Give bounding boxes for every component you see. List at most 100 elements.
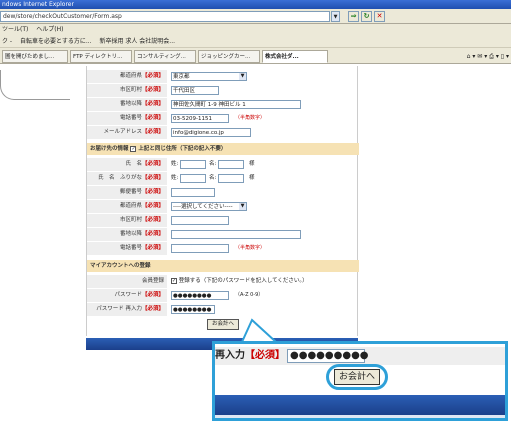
sei-label: 姓: xyxy=(171,175,179,181)
sama-label: 様 xyxy=(249,161,255,167)
zoom-checkout-button[interactable]: お会計へ xyxy=(334,369,380,385)
tab[interactable]: FTP ディレクトリ... xyxy=(70,50,132,63)
delivery-address-input[interactable] xyxy=(171,230,301,239)
required-mark: 【必須】 xyxy=(141,306,164,312)
zoom-password-input[interactable]: ●●●●●●●●● xyxy=(287,349,369,363)
required-mark: 【必須】 xyxy=(141,73,164,79)
toolbar-icons[interactable]: ⌂ ▾ ✉ ▾ ⎙ ▾ ▯ ▾ xyxy=(467,51,509,62)
sei-label: 姓: xyxy=(171,161,179,167)
required-mark: 【必須】 xyxy=(141,161,164,167)
form-row-email: メールアドレス【必須】 info@digione.co.jp xyxy=(87,126,359,139)
delivery-prefecture-select[interactable]: ----選択してください---- ▼ xyxy=(171,202,247,211)
required-mark: 【必須】 xyxy=(141,217,164,223)
mei-kana-input[interactable] xyxy=(218,174,244,183)
form-row-postal: 郵便番号【必須】 xyxy=(87,186,359,199)
form-row-delivery-address: 番地以降【必須】 xyxy=(87,228,359,241)
row-label: パスワード 再入力 xyxy=(96,306,142,312)
account-section-head: マイアカウントへの登録 xyxy=(87,260,359,272)
form-row-delivery-phone: 電話番号【必須】 （半角数字） xyxy=(87,242,359,255)
row-label: 氏 名 xyxy=(125,161,142,167)
link-item[interactable]: 新卒採用 求人 会社説明会... xyxy=(99,38,175,45)
form-row-furigana: 氏 名 ふりがな【必須】 姓: 名: 様 xyxy=(87,172,359,185)
password-input[interactable]: ●●●●●●●● xyxy=(171,291,229,300)
tab-active[interactable]: 株式会社ダ... xyxy=(262,50,328,63)
tab[interactable]: ジョッピングカー... xyxy=(198,50,260,63)
sama-label: 様 xyxy=(249,175,255,181)
required-mark: 【必須】 xyxy=(141,245,164,251)
delivery-section-head: お届け先の情報 ✓ 上記と同じ住所（下記の記入不要） xyxy=(87,143,359,155)
tab[interactable]: 圖を開びためまし... xyxy=(2,50,68,63)
required-mark: 【必須】 xyxy=(245,350,285,361)
required-mark: 【必須】 xyxy=(141,203,164,209)
required-mark: 【必須】 xyxy=(141,292,164,298)
row-label: 郵便番号 xyxy=(119,189,142,195)
chevron-down-icon: ▼ xyxy=(239,203,246,210)
phone-note: （半角数字） xyxy=(235,115,266,121)
zoom-footer-bar xyxy=(215,395,505,415)
sei-input[interactable] xyxy=(180,160,206,169)
tab[interactable]: コンサルティング... xyxy=(134,50,196,63)
link-item[interactable]: ク - xyxy=(2,38,12,45)
menu-bar: ツール(T) ヘルプ(H) xyxy=(0,24,511,35)
form-row-address: 番地以降【必須】 神田佐久間町 1-9 神田ビル 1 xyxy=(87,98,359,111)
delivery-city-input[interactable] xyxy=(171,216,229,225)
required-mark: 【必須】 xyxy=(141,101,164,107)
address-input-field[interactable]: 神田佐久間町 1-9 神田ビル 1 xyxy=(171,100,301,109)
row-label: 番地以降 xyxy=(119,231,142,237)
same-address-checkbox[interactable]: ✓ xyxy=(130,145,137,152)
city-input[interactable]: 千代田区 xyxy=(171,86,219,95)
address-dropdown-icon[interactable]: ▼ xyxy=(331,11,340,22)
form-row-delivery-city: 市区町村【必須】 xyxy=(87,214,359,227)
phone-input[interactable]: 03-5209-1151 xyxy=(171,114,229,123)
row-label: 市区町村 xyxy=(119,217,142,223)
row-label: 番地以降 xyxy=(119,101,142,107)
address-bar: dew/store/checkOutCustomer/Form.asp ▼ ⇒ … xyxy=(0,9,511,24)
row-label: 電話番号 xyxy=(119,245,142,251)
checkout-form: 都道府県【必須】 東京都 ▼ 市区町村【必須】 千代田区 番地以降【必須】 神田佐… xyxy=(86,66,359,336)
checkbox-label: 上記と同じ住所（下記の記入不要） xyxy=(138,146,227,152)
refresh-icon[interactable]: ↻ xyxy=(361,11,372,22)
prefecture-select[interactable]: 東京都 ▼ xyxy=(171,72,247,81)
form-row-city: 市区町村【必須】 千代田区 xyxy=(87,84,359,97)
go-icon[interactable]: ⇒ xyxy=(348,11,359,22)
stop-icon[interactable]: ✕ xyxy=(374,11,385,22)
form-row-name: 氏 名【必須】 姓: 名: 様 xyxy=(87,158,359,171)
required-mark: 【必須】 xyxy=(141,189,164,195)
mei-label: 名: xyxy=(209,161,217,167)
address-input[interactable]: dew/store/checkOutCustomer/Form.asp xyxy=(0,11,330,22)
password-note: （A-Z 0-9） xyxy=(235,292,264,298)
row-label: メールアドレス xyxy=(103,129,142,135)
form-row-phone: 電話番号【必須】 03-5209-1151 （半角数字） xyxy=(87,112,359,125)
mei-label: 名: xyxy=(209,175,217,181)
delivery-phone-input[interactable] xyxy=(171,244,229,253)
zoom-password-row: 再入力【必須】 ●●●●●●●●● xyxy=(215,347,505,365)
postal-input[interactable] xyxy=(171,188,215,197)
menu-help[interactable]: ヘルプ(H) xyxy=(36,26,63,33)
checkbox-label: 登録する（下記のパスワードを記入してください。） xyxy=(178,278,308,284)
row-label: 電話番号 xyxy=(119,115,142,121)
email-input[interactable]: info@digione.co.jp xyxy=(171,128,251,137)
sei-kana-input[interactable] xyxy=(180,174,206,183)
form-row-delivery-prefecture: 都道府県【必須】 ----選択してください---- ▼ xyxy=(87,200,359,213)
required-mark: 【必須】 xyxy=(141,129,164,135)
tab-bar: 圖を開びためまし... FTP ディレクトリ... コンサルティング... ジョ… xyxy=(0,48,511,64)
zoom-bottom-strip xyxy=(215,415,505,418)
mei-input[interactable] xyxy=(218,160,244,169)
form-row-prefecture: 都道府県【必須】 東京都 ▼ xyxy=(87,70,359,83)
link-item[interactable]: 自転車を必要とする方に... xyxy=(20,38,92,45)
phone-note: （半角数字） xyxy=(235,245,266,251)
password-confirm-input[interactable]: ●●●●●●●● xyxy=(171,305,215,314)
row-label: 会員登録 xyxy=(87,275,167,288)
form-row-register: 会員登録 ✓ 登録する（下記のパスワードを記入してください。） xyxy=(87,275,359,288)
form-row-password-confirm: パスワード 再入力【必須】 ●●●●●●●● xyxy=(87,303,359,316)
checkout-button[interactable]: お会計へ xyxy=(207,319,239,330)
section-title: お届け先の情報 xyxy=(90,146,129,152)
required-mark: 【必須】 xyxy=(141,175,164,181)
register-checkbox[interactable]: ✓ xyxy=(171,277,177,284)
required-mark: 【必須】 xyxy=(141,115,164,121)
decorative-arc xyxy=(0,70,70,100)
menu-tools[interactable]: ツール(T) xyxy=(2,26,28,33)
select-value: 東京都 xyxy=(173,74,190,80)
row-label: 氏 名 ふりがな xyxy=(97,175,142,181)
chevron-down-icon: ▼ xyxy=(239,73,246,80)
